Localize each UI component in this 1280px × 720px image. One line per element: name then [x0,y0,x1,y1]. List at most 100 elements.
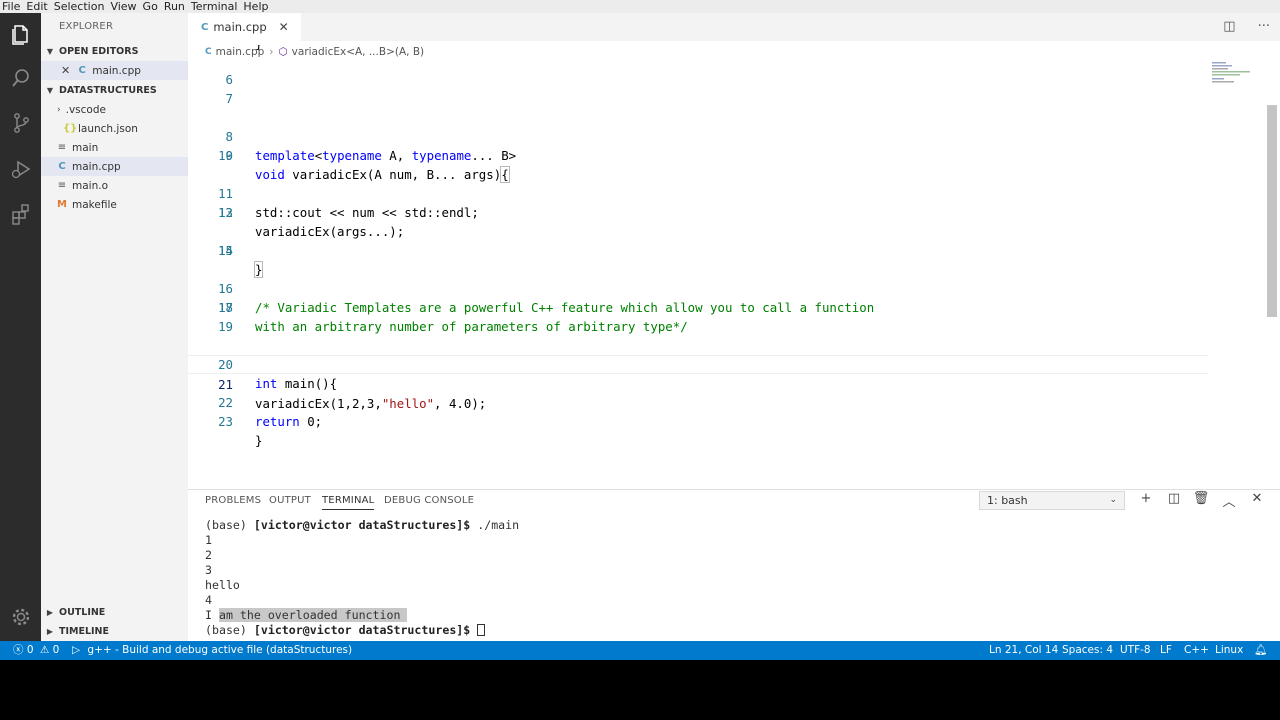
code-line: 6 [225,72,233,87]
makefile-icon: M [57,199,67,210]
cursor-position[interactable]: Ln 21, Col 14 [989,641,1058,660]
code-line: 22 return 0; [218,395,323,429]
problems-status[interactable]: ⓧ 0 ⚠ 0 [13,641,59,660]
play-icon: ▷ [72,644,81,656]
menu-selection[interactable]: Selection [54,0,105,13]
search-icon[interactable] [8,65,33,90]
notifications-bell-icon[interactable]: 🔔︎ [1254,641,1267,660]
terminal-line: I am the overloaded function [205,608,408,622]
error-icon: ⓧ [13,644,24,656]
cpp-file-icon: C [201,21,209,33]
code-line: 18 [218,300,233,315]
extensions-icon[interactable] [8,201,33,226]
code-editor[interactable]: } 6 7 8 template<typename A, typename...… [188,45,1208,460]
new-terminal-icon[interactable]: + [1137,491,1155,506]
code-line: 23 } [218,414,263,448]
editor-area: C main.cpp ✕ ◫ ··· C main.cpp › ⬡ variad… [188,13,1280,489]
open-editors-label: OPEN EDITORS [59,46,139,57]
bottom-panel: PROBLEMS OUTPUT TERMINAL DEBUG CONSOLE 1… [188,489,1280,641]
terminal-cursor [477,624,486,636]
terminal-line: 1 [205,533,212,547]
code-line: 14 } [218,243,264,278]
file-lines-icon: ≡ [57,142,67,153]
settings-gear-icon[interactable] [8,604,33,629]
menu-bar: File Edit Selection View Go Run Terminal… [0,0,1280,13]
chevron-right-icon: › [57,104,61,115]
tree-item-makefile[interactable]: M makefile [41,195,188,214]
terminal-line: 2 [205,548,212,562]
tree-item-vscode[interactable]: › .vscode [41,100,188,119]
more-actions-icon[interactable]: ··· [1258,19,1270,34]
timeline-label: TIMELINE [59,626,109,637]
cpp-file-icon: C [78,65,86,76]
chevron-down-icon: ⌄ [1109,495,1117,505]
editor-scrollbar[interactable] [1267,105,1277,317]
tab-terminal[interactable]: TERMINAL [322,495,375,510]
menu-help[interactable]: Help [243,0,268,13]
menu-run[interactable]: Run [164,0,185,13]
files-icon[interactable] [8,21,33,46]
end-of-line[interactable]: LF [1160,641,1172,660]
timeline-header[interactable]: ▶ TIMELINE [41,622,188,641]
open-editors-header[interactable]: ▼ OPEN EDITORS [41,42,188,61]
maximize-panel-icon[interactable]: ︿ [1220,491,1238,510]
indentation[interactable]: Spaces: 4 [1062,641,1113,660]
run-debug-icon[interactable] [8,156,33,181]
open-editor-label: main.cpp [92,64,141,77]
terminal-line: 4 [205,593,212,607]
warning-icon: ⚠ [39,644,50,656]
close-icon[interactable]: ✕ [279,20,289,34]
terminal-output[interactable]: (base) [victor@victor dataStructures]$ .… [205,518,519,638]
tab-output[interactable]: OUTPUT [269,495,311,506]
os-indicator[interactable]: Linux [1215,641,1243,660]
terminal-select[interactable]: 1: bash ⌄ [979,491,1125,510]
encoding[interactable]: UTF-8 [1120,641,1151,660]
project-header[interactable]: ▼ DATASTRUCTURES [41,81,188,100]
explorer-sidebar: EXPLORER ▼ OPEN EDITORS ✕ C main.cpp ▼ D… [41,13,188,641]
letterbox [0,660,1280,720]
tree-item-main[interactable]: ≡ main [41,138,188,157]
outline-header[interactable]: ▶ OUTLINE [41,603,188,622]
source-control-icon[interactable] [8,110,33,135]
code-line: 8 template<typename A, typename... B> [225,129,517,163]
tab-label: main.cpp [213,20,267,34]
menu-edit[interactable]: Edit [26,0,47,13]
status-bar: ⓧ 0 ⚠ 0 ▷ g++ - Build and debug active f… [0,641,1280,660]
tab-bar: C main.cpp ✕ ◫ ··· [188,13,1280,41]
menu-terminal[interactable]: Terminal [191,0,238,13]
code-line: 15 [218,243,233,258]
build-task-status[interactable]: ▷ g++ - Build and debug active file (dat… [72,641,352,660]
tab-problems[interactable]: PROBLEMS [205,495,261,506]
tree-item-main-o[interactable]: ≡ main.o [41,176,188,195]
json-file-icon: {} [63,123,78,134]
terminal-line: (base) [victor@victor dataStructures]$ .… [205,518,520,532]
minimap[interactable] [1210,60,1266,100]
project-label: DATASTRUCTURES [59,85,157,96]
split-terminal-icon[interactable]: ◫ [1165,491,1183,506]
close-icon[interactable]: ✕ [61,64,70,77]
language-mode[interactable]: C++ [1184,641,1209,660]
code-line: 7 [225,91,233,106]
chevron-right-icon: ▶ [46,608,54,617]
chevron-right-icon: ▶ [46,627,54,636]
tab-main-cpp[interactable]: C main.cpp ✕ [188,13,301,41]
tree-item-launch-json[interactable]: {} launch.json [41,119,188,138]
tree-item-main-cpp[interactable]: C main.cpp [41,157,188,176]
open-editor-item[interactable]: ✕ C main.cpp [41,61,188,80]
code-line: 9 void variadicEx(A num, B... args){ [225,148,510,183]
code-line-partial: } [188,45,1208,53]
cpp-file-icon: C [58,161,66,172]
close-icon[interactable]: ✕ [1248,491,1266,506]
menu-view[interactable]: View [110,0,136,13]
split-editor-icon[interactable]: ◫ [1223,19,1235,34]
terminal-line: 3 [205,563,212,577]
code-line: 20 int main(){ [218,357,338,391]
tab-debug-console[interactable]: DEBUG CONSOLE [384,495,474,506]
code-line: 19 [218,319,233,334]
trash-icon[interactable]: 🗑 [1192,491,1210,506]
menu-go[interactable]: Go [143,0,158,13]
code-line: 17 with an arbitrary number of parameter… [218,300,688,334]
code-line-current: 21 variadicEx(1,2,3,"hello", 4.0); [188,355,1208,411]
terminal-line: hello [205,578,240,592]
menu-file[interactable]: File [2,0,20,13]
